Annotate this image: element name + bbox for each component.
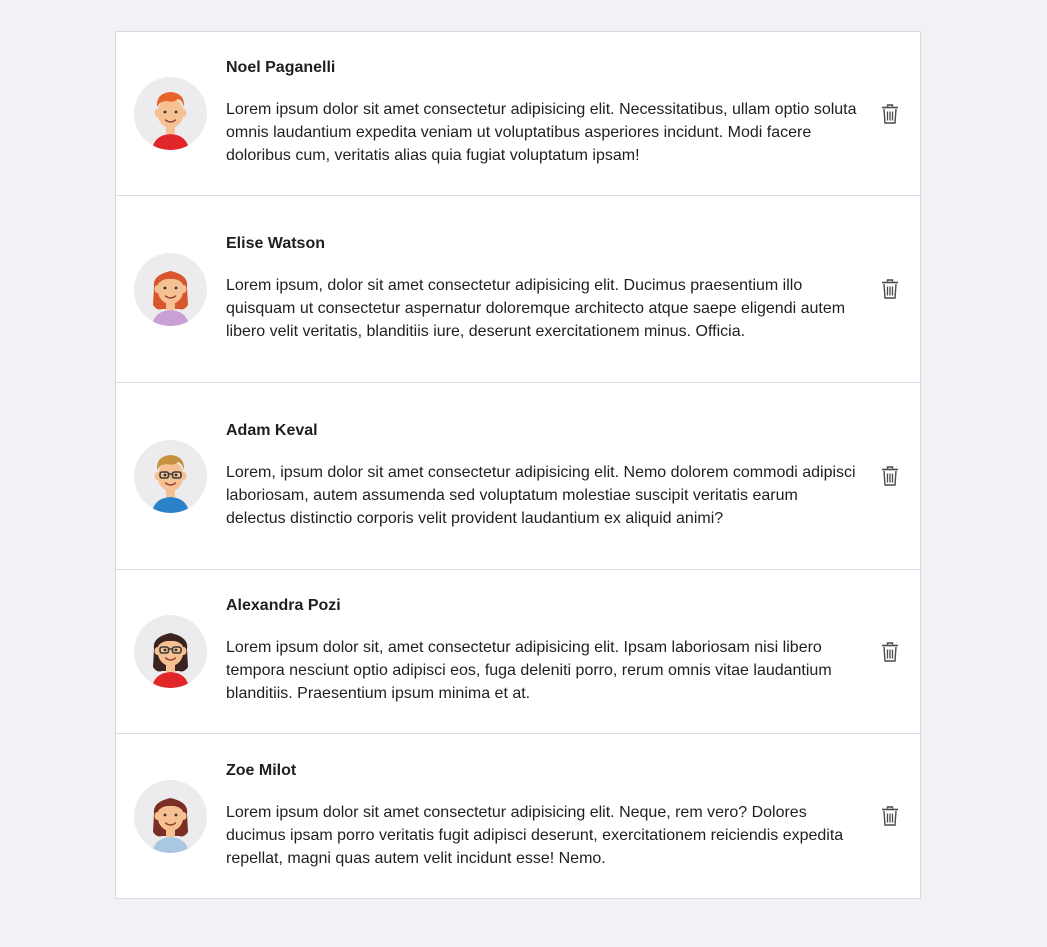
delete-button[interactable] bbox=[860, 466, 920, 486]
trash-icon[interactable] bbox=[881, 103, 899, 124]
comment-text: Lorem ipsum dolor sit amet consectetur a… bbox=[226, 101, 857, 164]
trash-icon[interactable] bbox=[881, 641, 899, 662]
comment-item: Elise Watson Lorem ipsum, dolor sit amet… bbox=[116, 196, 920, 383]
comment-author: Noel Paganelli bbox=[226, 59, 336, 76]
comment-item: Noel Paganelli Lorem ipsum dolor sit ame… bbox=[116, 32, 920, 196]
avatar bbox=[134, 252, 207, 326]
comment-item: Alexandra Pozi Lorem ipsum dolor sit, am… bbox=[116, 570, 920, 734]
avatar-container bbox=[116, 615, 226, 688]
delete-button[interactable] bbox=[860, 279, 920, 299]
comment-text: Lorem, ipsum dolor sit amet consectetur … bbox=[226, 463, 856, 527]
comment-item: Zoe Milot Lorem ipsum dolor sit amet con… bbox=[116, 734, 920, 898]
avatar-container bbox=[116, 252, 226, 326]
avatar bbox=[134, 77, 207, 150]
avatar bbox=[134, 615, 207, 688]
avatar-container bbox=[116, 439, 226, 513]
comment-text: Lorem ipsum dolor sit, amet consectetur … bbox=[226, 639, 832, 702]
comment-body: Elise Watson Lorem ipsum, dolor sit amet… bbox=[226, 214, 860, 365]
comment-body: Adam Keval Lorem, ipsum dolor sit amet c… bbox=[226, 401, 860, 552]
comment-body: Alexandra Pozi Lorem ipsum dolor sit, am… bbox=[226, 576, 860, 727]
trash-icon[interactable] bbox=[881, 279, 899, 299]
avatar-container bbox=[116, 77, 226, 150]
comment-list: Noel Paganelli Lorem ipsum dolor sit ame… bbox=[115, 31, 921, 899]
comment-body: Noel Paganelli Lorem ipsum dolor sit ame… bbox=[226, 38, 860, 189]
avatar bbox=[134, 779, 207, 853]
comment-item: Adam Keval Lorem, ipsum dolor sit amet c… bbox=[116, 383, 920, 570]
trash-icon[interactable] bbox=[881, 806, 899, 826]
delete-button[interactable] bbox=[860, 806, 920, 826]
comment-body: Zoe Milot Lorem ipsum dolor sit amet con… bbox=[226, 741, 860, 892]
avatar bbox=[134, 439, 207, 513]
comment-author: Zoe Milot bbox=[226, 761, 297, 779]
comment-text: Lorem ipsum dolor sit amet consectetur a… bbox=[226, 803, 844, 867]
comment-author: Alexandra Pozi bbox=[226, 597, 341, 614]
avatar-container bbox=[116, 779, 226, 853]
comment-text: Lorem ipsum, dolor sit amet consectetur … bbox=[226, 276, 846, 340]
delete-button[interactable] bbox=[860, 641, 920, 662]
trash-icon[interactable] bbox=[881, 466, 899, 486]
comment-author: Adam Keval bbox=[226, 421, 318, 439]
delete-button[interactable] bbox=[860, 103, 920, 124]
comment-author: Elise Watson bbox=[226, 234, 325, 252]
